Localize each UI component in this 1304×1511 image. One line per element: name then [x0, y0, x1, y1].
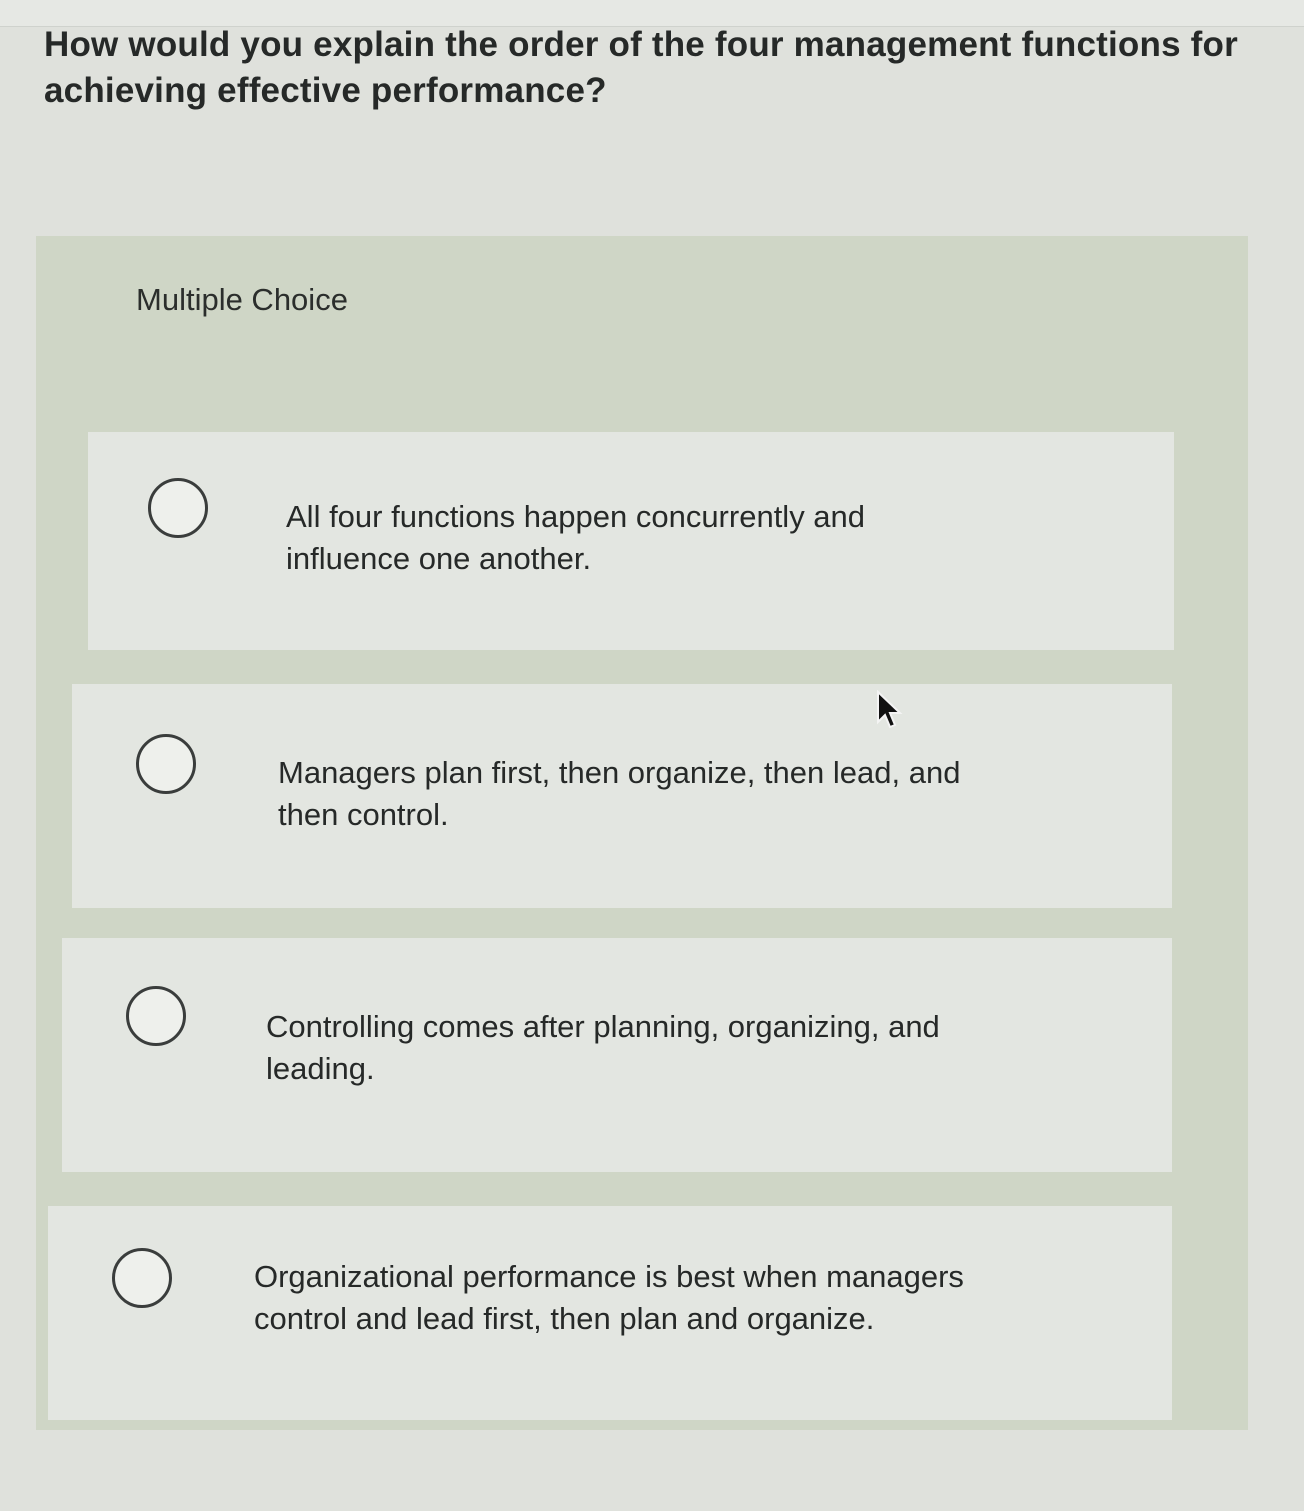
- radio-circle-icon[interactable]: [148, 478, 208, 538]
- choice-option-4[interactable]: Organizational performance is best when …: [48, 1206, 1172, 1420]
- radio-circle-icon[interactable]: [136, 734, 196, 794]
- choice-option-label: All four functions happen concurrently a…: [286, 499, 866, 576]
- multiple-choice-label: Multiple Choice: [136, 282, 348, 317]
- choice-option-2[interactable]: Managers plan first, then organize, then…: [72, 684, 1172, 908]
- choice-option-3[interactable]: Controlling comes after planning, organi…: [62, 938, 1172, 1172]
- multiple-choice-panel: Multiple Choice All four functions happe…: [36, 236, 1248, 1430]
- choice-option-1[interactable]: All four functions happen concurrently a…: [88, 432, 1174, 650]
- choice-option-label: Organizational performance is best when …: [254, 1259, 964, 1336]
- question-text: How would you explain the order of the f…: [44, 25, 1238, 110]
- choice-option-label: Managers plan first, then organize, then…: [278, 755, 961, 832]
- mouse-pointer-icon: [877, 690, 903, 729]
- radio-circle-icon[interactable]: [126, 986, 186, 1046]
- radio-circle-icon[interactable]: [112, 1248, 172, 1308]
- choice-option-label: Controlling comes after planning, organi…: [266, 1009, 940, 1086]
